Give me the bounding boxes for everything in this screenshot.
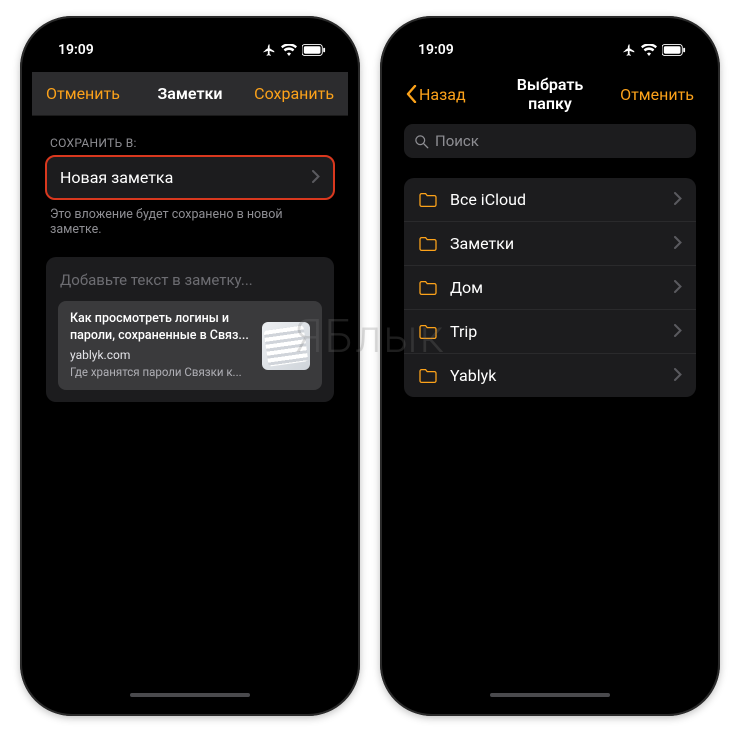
cancel-button[interactable]: Отменить	[46, 84, 120, 103]
folder-row[interactable]: Yablyk	[404, 354, 696, 397]
chevron-right-icon	[674, 322, 682, 341]
search-icon	[414, 134, 429, 149]
home-indicator	[130, 693, 250, 697]
phone-right: 19:09 Назад Выбрать папку Отменить	[380, 16, 720, 716]
folder-icon	[418, 236, 438, 252]
wifi-icon	[281, 44, 297, 56]
folder-label: Дом	[450, 278, 662, 297]
nav-bar: Отменить Заметки Сохранить	[32, 72, 348, 116]
chevron-left-icon	[406, 85, 417, 103]
nav-title: Выбрать папку	[496, 75, 604, 113]
chevron-right-icon	[674, 278, 682, 297]
folder-icon	[418, 280, 438, 296]
folder-label: Yablyk	[450, 366, 662, 385]
folder-label: Trip	[450, 322, 662, 341]
notch	[470, 28, 630, 56]
notch	[110, 28, 270, 56]
wifi-icon	[641, 44, 657, 56]
folder-row[interactable]: Дом	[404, 266, 696, 310]
battery-icon	[302, 44, 326, 56]
link-thumbnail	[262, 322, 310, 370]
phone-left: 19:09 Отменить Заметки Сохранить СОХРАНИ…	[20, 16, 360, 716]
compose-area[interactable]: Добавьте текст в заметку... Как просмотр…	[46, 257, 334, 402]
section-label: СОХРАНИТЬ В:	[50, 136, 334, 150]
battery-icon	[662, 44, 686, 56]
nav-title: Заметки	[136, 84, 244, 103]
compose-placeholder: Добавьте текст в заметку...	[60, 271, 320, 289]
chevron-right-icon	[674, 190, 682, 209]
back-button[interactable]: Назад	[406, 85, 466, 104]
nav-bar: Назад Выбрать папку Отменить	[392, 72, 708, 116]
chevron-right-icon	[312, 168, 320, 187]
search-placeholder: Поиск	[435, 132, 479, 150]
folder-list: Все iCloud Заметки Дом Trip Yablyk	[404, 178, 696, 397]
folder-row[interactable]: Заметки	[404, 222, 696, 266]
folder-row[interactable]: Trip	[404, 310, 696, 354]
search-input[interactable]: Поиск	[404, 124, 696, 158]
folder-icon	[418, 324, 438, 340]
save-button[interactable]: Сохранить	[254, 84, 334, 103]
link-desc: Где хранятся пароли Связки к...	[70, 365, 252, 381]
home-indicator	[490, 693, 610, 697]
back-label: Назад	[419, 85, 466, 104]
chevron-right-icon	[674, 234, 682, 253]
status-time: 19:09	[418, 42, 454, 58]
link-domain: yablyk.com	[70, 347, 252, 363]
folder-label: Заметки	[450, 234, 662, 253]
cancel-button[interactable]: Отменить	[620, 85, 694, 104]
save-target-label: Новая заметка	[60, 168, 173, 187]
save-target-row[interactable]: Новая заметка	[46, 156, 334, 199]
link-title: Как просмотреть логины и пароли, сохране…	[70, 311, 252, 345]
link-preview-card[interactable]: Как просмотреть логины и пароли, сохране…	[58, 301, 322, 390]
status-time: 19:09	[58, 42, 94, 58]
folder-icon	[418, 368, 438, 384]
folder-row[interactable]: Все iCloud	[404, 178, 696, 222]
folder-label: Все iCloud	[450, 190, 662, 209]
chevron-right-icon	[674, 366, 682, 385]
folder-icon	[418, 192, 438, 208]
hint-text: Это вложение будет сохранено в новой зам…	[50, 207, 330, 237]
